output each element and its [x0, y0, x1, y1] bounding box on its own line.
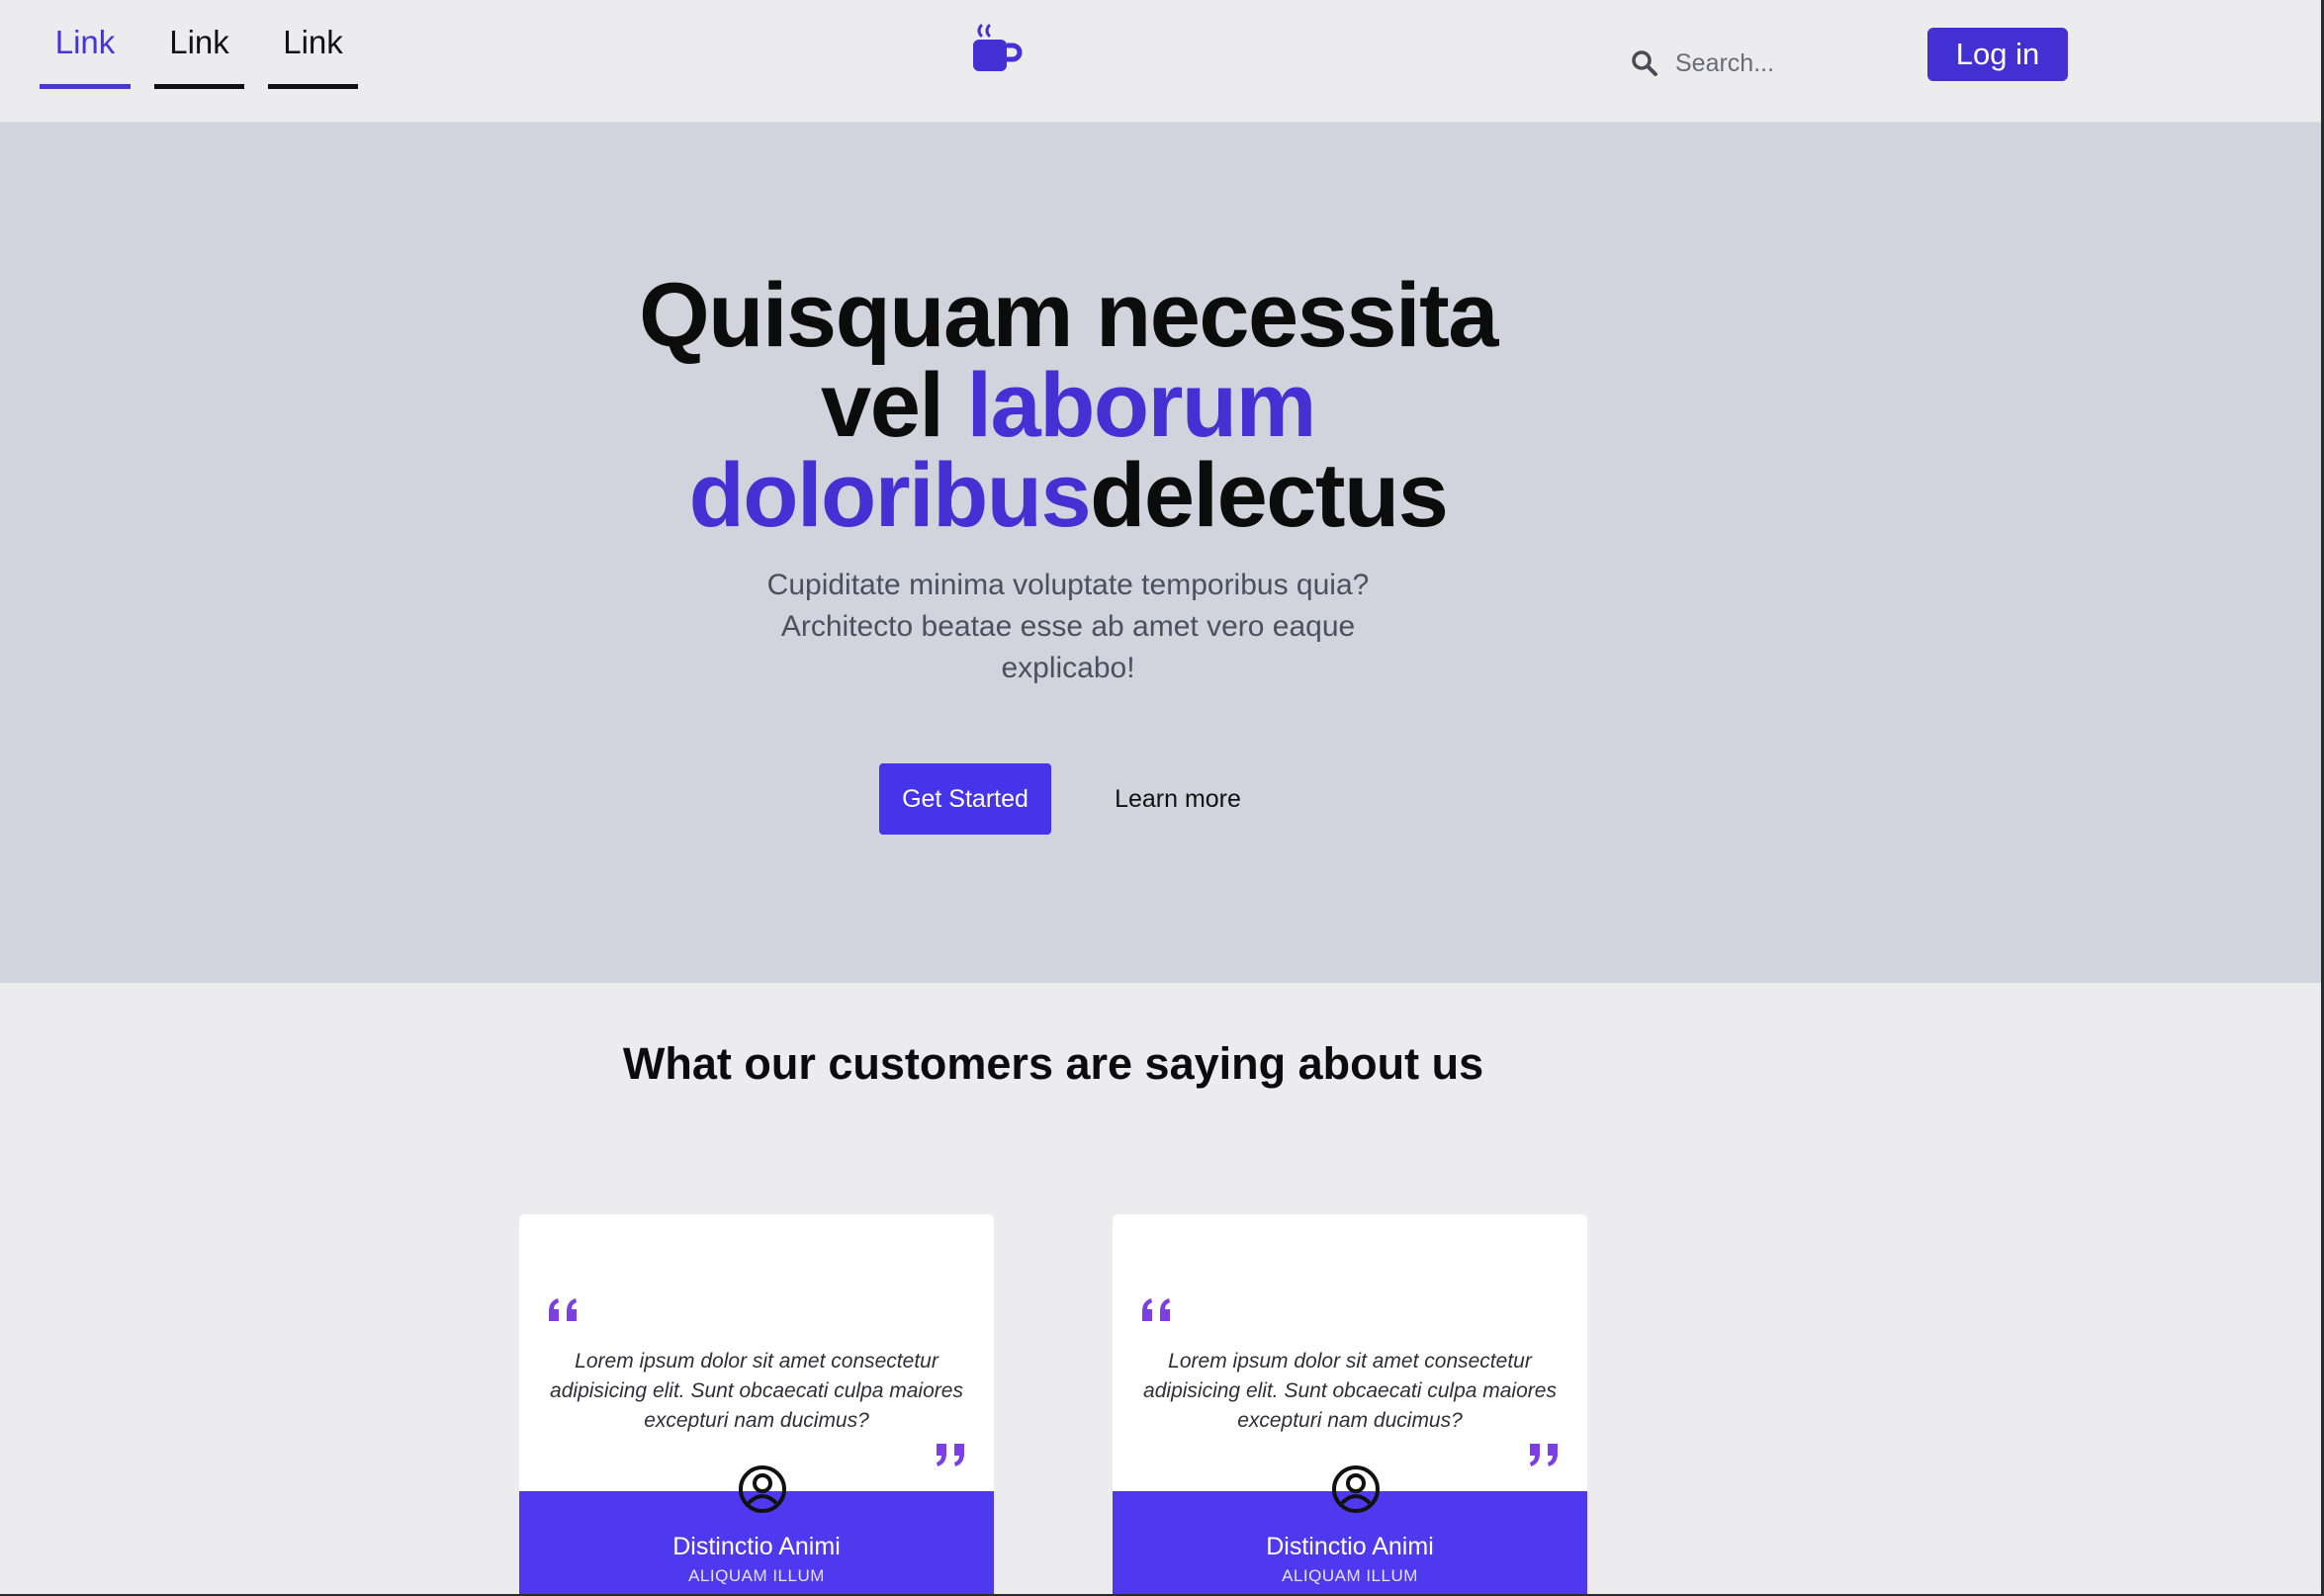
search-icon — [1630, 48, 1659, 78]
testimonial-card: Lorem ipsum dolor sit amet consectetur a… — [1113, 1214, 1587, 1594]
testimonial-name: Distinctio Animi — [672, 1533, 841, 1560]
nav-link-3[interactable]: Link — [268, 0, 358, 89]
get-started-button[interactable]: Get Started — [879, 763, 1051, 835]
quote-close-icon — [1526, 1442, 1560, 1467]
nav-link-1[interactable]: Link — [40, 0, 131, 89]
user-avatar-icon — [737, 1463, 788, 1515]
user-avatar-icon — [1330, 1463, 1382, 1515]
testimonial-quote: Lorem ipsum dolor sit amet consectetur a… — [550, 1350, 963, 1432]
hero-section: Quisquam necessita vel laborum doloribus… — [0, 123, 2321, 983]
learn-more-link[interactable]: Learn more — [1104, 763, 1252, 835]
testimonial-card: Lorem ipsum dolor sit amet consectetur a… — [519, 1214, 994, 1594]
quote-open-icon — [1140, 1297, 1174, 1323]
testimonial-quote: Lorem ipsum dolor sit amet consectetur a… — [1143, 1350, 1557, 1432]
hero-title-line1: Quisquam necessita — [639, 265, 1498, 366]
testimonial-role: ALIQUAM ILLUM — [1282, 1566, 1418, 1585]
navbar: Link Link Link Log in — [0, 0, 2321, 123]
testimonial-name: Distinctio Animi — [1266, 1533, 1434, 1560]
search-bar — [1630, 40, 1907, 87]
hero-title-accent-1: laborum — [966, 355, 1317, 456]
hero-title-line2: vel — [821, 355, 967, 456]
hero-title-line3: delectus — [1090, 445, 1449, 546]
page: Link Link Link Log in Quisquam ne — [0, 0, 2321, 1594]
quote-open-icon — [547, 1297, 581, 1323]
coffee-cup-icon[interactable] — [969, 24, 1023, 73]
hero-title-accent-2: doloribus — [688, 445, 1092, 546]
hero-title: Quisquam necessita vel laborum doloribus… — [574, 270, 1563, 541]
testimonials-heading: What our customers are saying about us — [622, 1038, 1484, 1089]
quote-close-icon — [933, 1442, 966, 1467]
nav-link-2[interactable]: Link — [154, 0, 244, 89]
login-button[interactable]: Log in — [1927, 28, 2068, 81]
testimonial-role: ALIQUAM ILLUM — [688, 1566, 825, 1585]
hero-subtitle: Cupiditate minima voluptate temporibus q… — [766, 569, 1370, 684]
search-input[interactable] — [1675, 48, 1893, 78]
